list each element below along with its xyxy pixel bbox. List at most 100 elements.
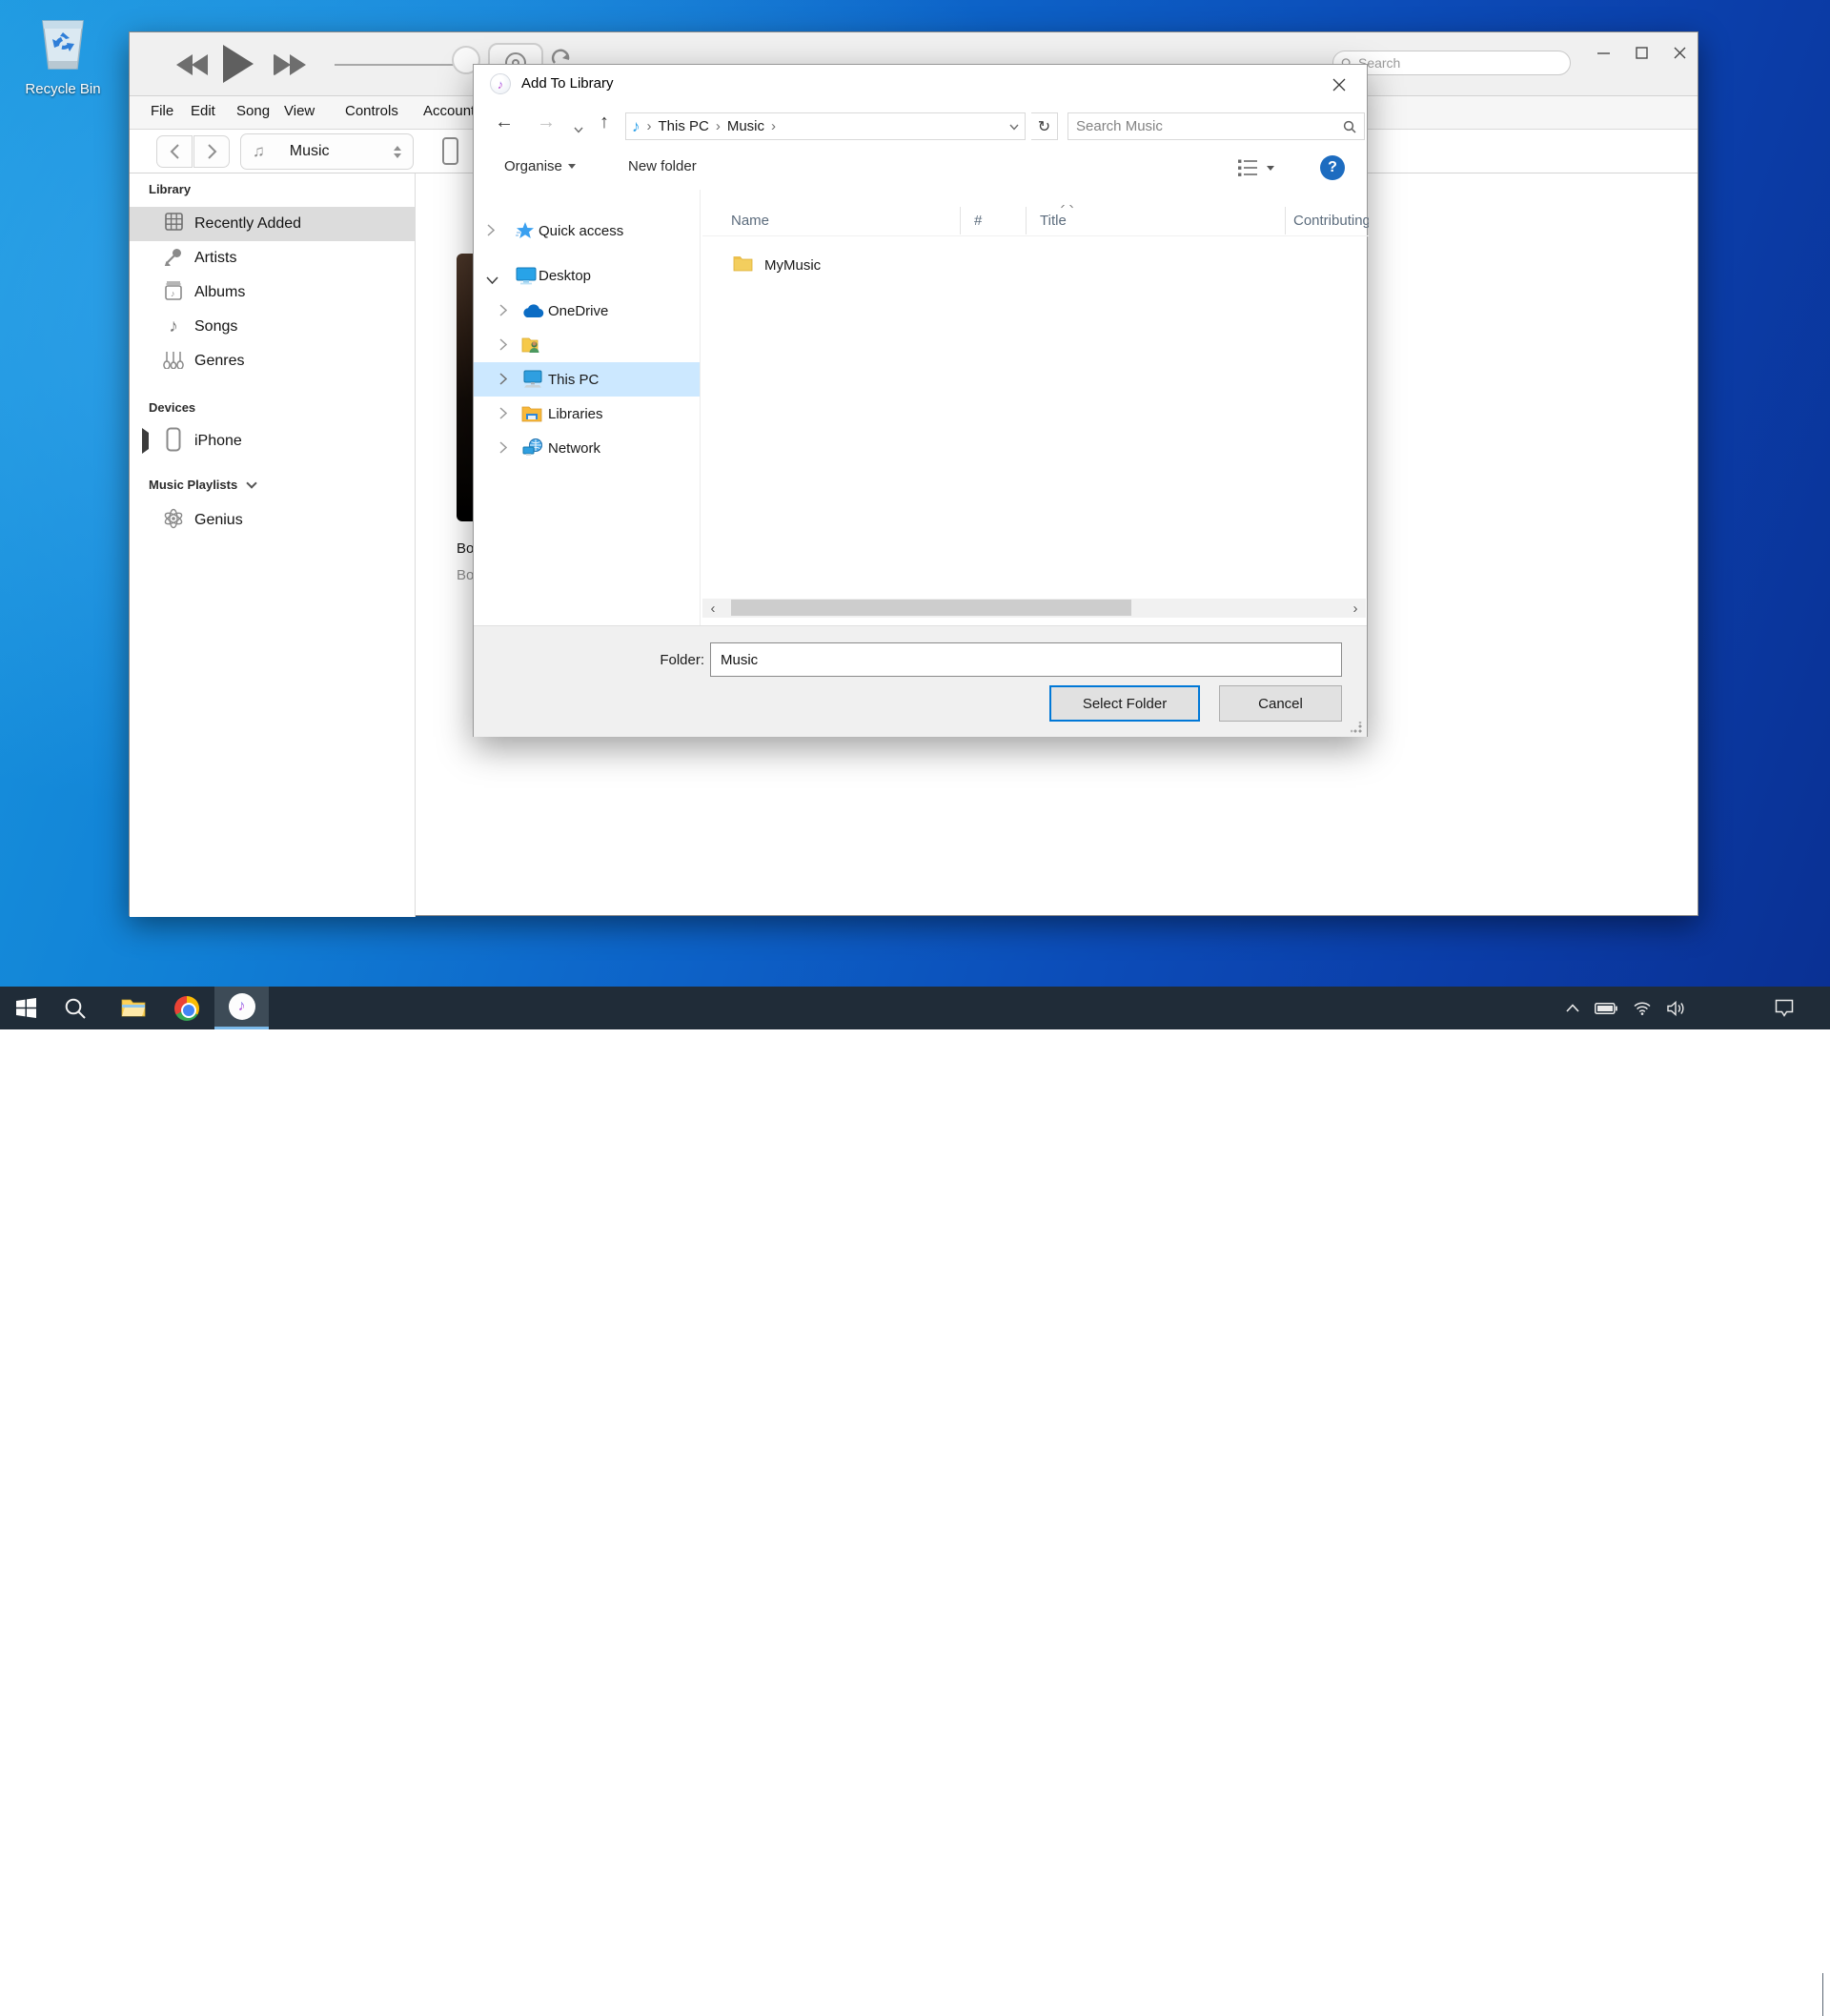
maximize-button[interactable] <box>1628 40 1655 65</box>
menu-controls[interactable]: Controls <box>345 103 398 119</box>
scroll-right-icon[interactable]: › <box>1345 601 1366 617</box>
view-options-button[interactable] <box>1236 157 1274 178</box>
column-name[interactable]: Name <box>731 213 769 229</box>
chevron-right-icon[interactable] <box>499 338 515 354</box>
sidebar-item-genius[interactable]: Genius <box>130 503 416 538</box>
tree-item-network[interactable]: Network <box>474 431 700 465</box>
dialog-close-icon[interactable] <box>1323 72 1355 97</box>
show-desktop-button[interactable] <box>1822 1973 1823 2016</box>
details-view-icon <box>1236 157 1259 178</box>
tree-item-libraries[interactable]: Libraries <box>474 397 700 431</box>
nav-up-icon[interactable]: ↑ <box>600 112 609 133</box>
resize-grip[interactable] <box>1351 722 1362 733</box>
dialog-titlebar[interactable]: ♪ Add To Library <box>474 65 1367 104</box>
tray-battery-icon[interactable] <box>1590 987 1622 1029</box>
tree-item-desktop[interactable]: Desktop <box>474 258 700 293</box>
select-folder-button[interactable]: Select Folder <box>1049 685 1200 722</box>
taskbar-file-explorer-button[interactable] <box>111 987 156 1029</box>
iphone-device-button[interactable] <box>442 137 458 165</box>
file-row-mymusic[interactable]: MyMusic <box>702 249 1369 281</box>
breadcrumb-bar[interactable]: ♪ › This PC › Music › <box>625 112 1026 140</box>
expand-triangle-icon[interactable] <box>142 433 149 450</box>
sidebar-item-recently-added[interactable]: Recently Added <box>130 207 416 241</box>
cancel-button[interactable]: Cancel <box>1219 685 1342 722</box>
rewind-button[interactable] <box>175 52 210 77</box>
itunes-search-input[interactable] <box>1358 55 1562 71</box>
menu-song[interactable]: Song <box>236 103 270 119</box>
fast-forward-button[interactable] <box>273 52 307 77</box>
chevron-right-icon[interactable] <box>499 304 515 319</box>
recycle-bin-icon <box>8 13 118 77</box>
sidebar-item-songs[interactable]: ♪ Songs <box>130 310 416 344</box>
media-kind-label: Music <box>290 143 394 160</box>
tray-volume-icon[interactable] <box>1660 987 1693 1029</box>
horizontal-scrollbar[interactable]: ‹ › <box>702 599 1366 618</box>
dialog-search-box[interactable] <box>1068 112 1365 140</box>
address-dropdown-icon[interactable] <box>1009 118 1019 134</box>
chevron-right-icon[interactable] <box>499 373 515 388</box>
network-icon <box>521 438 542 458</box>
action-center-icon[interactable] <box>1765 987 1803 1029</box>
selector-updown-icon <box>394 146 401 158</box>
user-folder-icon <box>521 336 542 355</box>
breadcrumb-this-pc[interactable]: This PC <box>659 118 709 134</box>
refresh-icon[interactable]: ↻ <box>1031 112 1058 140</box>
menu-account[interactable]: Account <box>423 103 475 119</box>
taskbar-chrome-button[interactable] <box>164 987 210 1029</box>
recent-locations-chevron-icon[interactable] <box>574 121 583 138</box>
scrollbar-track[interactable] <box>723 599 1345 618</box>
tree-item-quick-access[interactable]: Quick access <box>474 214 700 248</box>
chevron-right-icon[interactable] <box>499 407 515 422</box>
sidebar-item-iphone[interactable]: iPhone <box>130 424 416 458</box>
chevron-down-icon[interactable] <box>246 478 256 488</box>
windows-logo-icon <box>16 998 36 1018</box>
forward-button[interactable] <box>193 135 230 168</box>
taskbar-itunes-button[interactable]: ♪ <box>214 987 269 1029</box>
taskbar-search-button[interactable] <box>52 987 98 1029</box>
scroll-left-icon[interactable]: ‹ <box>702 601 723 617</box>
chevron-right-icon[interactable] <box>487 224 502 239</box>
column-contributing-artists[interactable]: Contributing artists <box>1293 213 1369 229</box>
organise-menu-button[interactable]: Organise <box>504 158 576 174</box>
sidebar-item-label: Genius <box>194 512 243 529</box>
recycle-bin-shortcut[interactable]: Recycle Bin <box>8 13 118 97</box>
start-button[interactable] <box>3 987 49 1029</box>
tree-item-onedrive[interactable]: OneDrive <box>474 294 700 328</box>
new-folder-button[interactable]: New folder <box>628 158 697 174</box>
nav-back-icon[interactable]: ← <box>495 112 514 133</box>
column-divider[interactable] <box>1285 207 1286 234</box>
playlists-section-header: Music Playlists <box>149 478 255 492</box>
itunes-search-box[interactable] <box>1332 51 1571 75</box>
chevron-right-icon[interactable] <box>499 441 515 457</box>
sidebar-item-genres[interactable]: Genres <box>130 344 416 378</box>
itunes-icon: ♪ <box>229 993 255 1020</box>
back-button[interactable] <box>156 135 193 168</box>
sidebar-item-albums[interactable]: ♪ Albums <box>130 275 416 310</box>
tray-chevron-up-icon[interactable] <box>1557 987 1588 1029</box>
sidebar-item-label: Songs <box>194 318 237 336</box>
chevron-down-icon[interactable] <box>486 272 501 287</box>
grid-icon <box>162 213 185 235</box>
column-divider[interactable] <box>960 207 961 234</box>
column-title[interactable]: Title <box>1040 213 1067 229</box>
menu-view[interactable]: View <box>284 103 315 119</box>
play-button[interactable] <box>221 44 255 84</box>
caret-down-icon <box>568 164 576 169</box>
column-number[interactable]: # <box>974 213 982 229</box>
column-divider[interactable] <box>1026 207 1027 234</box>
menu-file[interactable]: File <box>151 103 173 119</box>
close-button[interactable] <box>1666 40 1693 65</box>
breadcrumb-music[interactable]: Music <box>727 118 764 134</box>
help-icon[interactable]: ? <box>1320 155 1345 180</box>
media-kind-selector[interactable]: ♫ Music <box>240 133 414 170</box>
tree-item-this-pc[interactable]: This PC <box>474 362 700 397</box>
tray-wifi-icon[interactable] <box>1626 987 1658 1029</box>
dialog-search-input[interactable] <box>1076 118 1343 134</box>
tree-item-user-folder[interactable] <box>474 328 700 362</box>
sidebar-item-artists[interactable]: Artists <box>130 241 416 275</box>
scrollbar-thumb[interactable] <box>731 600 1131 616</box>
menu-edit[interactable]: Edit <box>191 103 215 119</box>
minimize-button[interactable] <box>1590 40 1616 65</box>
folder-name-input[interactable] <box>710 642 1342 677</box>
search-icon <box>64 997 87 1020</box>
